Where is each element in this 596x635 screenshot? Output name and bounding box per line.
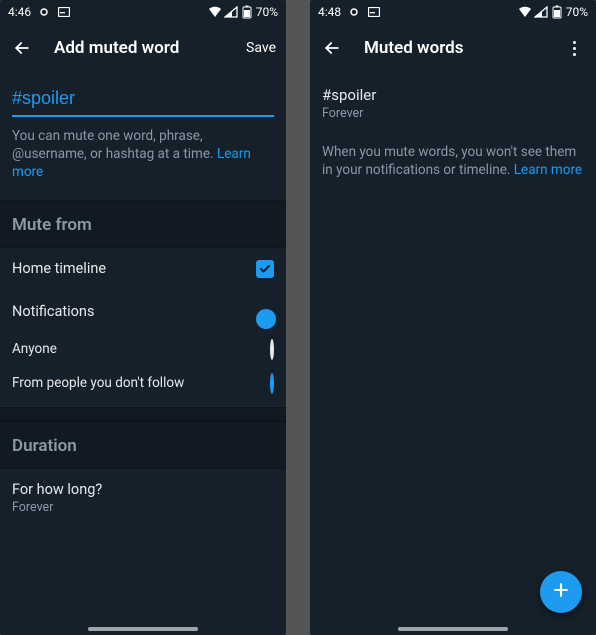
status-bar: 4:46 70% <box>0 0 286 24</box>
dot-icon <box>37 5 51 19</box>
card-icon <box>367 5 381 19</box>
row-anyone[interactable]: Anyone <box>0 333 286 367</box>
more-icon[interactable] <box>562 36 586 60</box>
save-button[interactable]: Save <box>246 40 276 56</box>
wifi-icon <box>208 5 222 19</box>
row-label: Home timeline <box>12 260 106 277</box>
battery-icon <box>240 5 254 19</box>
checkbox-icon[interactable] <box>256 260 274 278</box>
muted-word-text: #spoiler <box>322 86 584 104</box>
status-time: 4:46 <box>8 5 31 19</box>
row-label: Notifications <box>12 303 94 320</box>
row-notifications[interactable]: Notifications <box>0 291 286 333</box>
helper-text: You can mute one word, phrase, @username… <box>12 117 274 200</box>
radio-icon[interactable] <box>270 339 274 360</box>
row-label: Anyone <box>12 341 57 357</box>
status-battery: 70% <box>566 5 588 19</box>
app-bar: Add muted word Save <box>0 24 286 72</box>
radio-icon[interactable] <box>270 373 274 394</box>
muted-word-input[interactable] <box>12 78 274 117</box>
muted-word-item[interactable]: #spoiler Forever <box>310 72 596 123</box>
app-bar: Muted words <box>310 24 596 72</box>
plus-icon <box>551 580 571 604</box>
section-gap <box>0 407 286 421</box>
back-icon[interactable] <box>320 36 344 60</box>
add-button[interactable] <box>540 571 582 613</box>
status-bar: 4:48 70% <box>310 0 596 24</box>
row-home-timeline[interactable]: Home timeline <box>0 248 286 291</box>
row-label: For how long? <box>12 481 274 498</box>
signal-icon <box>224 5 238 19</box>
row-duration[interactable]: For how long? Forever <box>0 469 286 528</box>
page-title: Add muted word <box>54 38 179 58</box>
row-label: From people you don't follow <box>12 375 184 391</box>
muted-word-duration: Forever <box>322 106 584 121</box>
card-icon <box>57 5 71 19</box>
nav-pill <box>398 627 508 631</box>
screen-muted-words: 4:48 70% Muted words <box>310 0 596 635</box>
back-icon[interactable] <box>10 36 34 60</box>
wifi-icon <box>518 5 532 19</box>
learn-more-link[interactable]: Learn more <box>514 162 582 178</box>
status-time: 4:48 <box>318 5 341 19</box>
section-duration: Duration <box>0 421 286 469</box>
section-mute-from: Mute from <box>0 200 286 248</box>
screen-add-muted-word: 4:46 70% Add muted word Save <box>0 0 286 635</box>
battery-icon <box>550 5 564 19</box>
nav-pill <box>88 627 198 631</box>
description-text: When you mute words, you won't see them … <box>310 123 596 179</box>
status-battery: 70% <box>256 5 278 19</box>
row-value: Forever <box>12 500 274 515</box>
row-not-follow[interactable]: From people you don't follow <box>0 367 286 407</box>
dot-icon <box>347 5 361 19</box>
page-title: Muted words <box>364 38 463 58</box>
signal-icon <box>534 5 548 19</box>
